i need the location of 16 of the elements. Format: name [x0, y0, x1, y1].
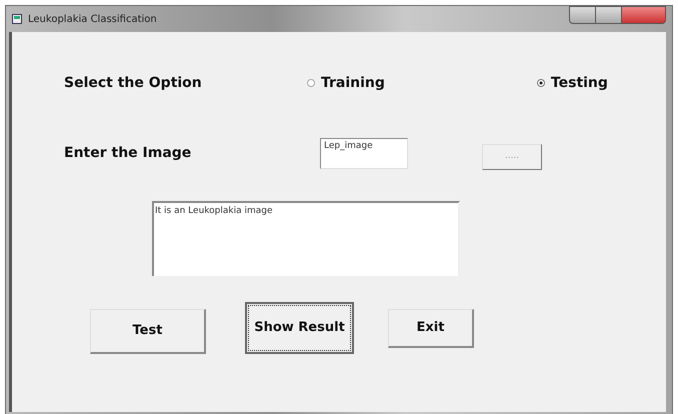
close-button[interactable] — [622, 6, 666, 24]
minimize-button[interactable] — [569, 6, 596, 24]
result-box[interactable]: It is an Leukoplakia image — [152, 201, 460, 276]
window-title: Leukoplakia Classification — [28, 12, 157, 26]
option-label: Select the Option — [64, 74, 203, 92]
image-label: Enter the Image — [64, 144, 192, 162]
action-button[interactable]: Test — [90, 309, 206, 354]
radio-icon[interactable] — [536, 79, 545, 87]
maximize-button[interactable] — [596, 6, 622, 24]
app-icon — [12, 14, 22, 24]
image-field[interactable]: Lep_image — [320, 138, 408, 168]
radio-option[interactable]: Training — [307, 72, 385, 94]
radio-option[interactable]: Testing — [536, 72, 608, 94]
action-button[interactable]: Show Result — [245, 302, 354, 354]
action-button[interactable]: Exit — [388, 309, 474, 348]
radio-icon[interactable] — [307, 79, 315, 87]
